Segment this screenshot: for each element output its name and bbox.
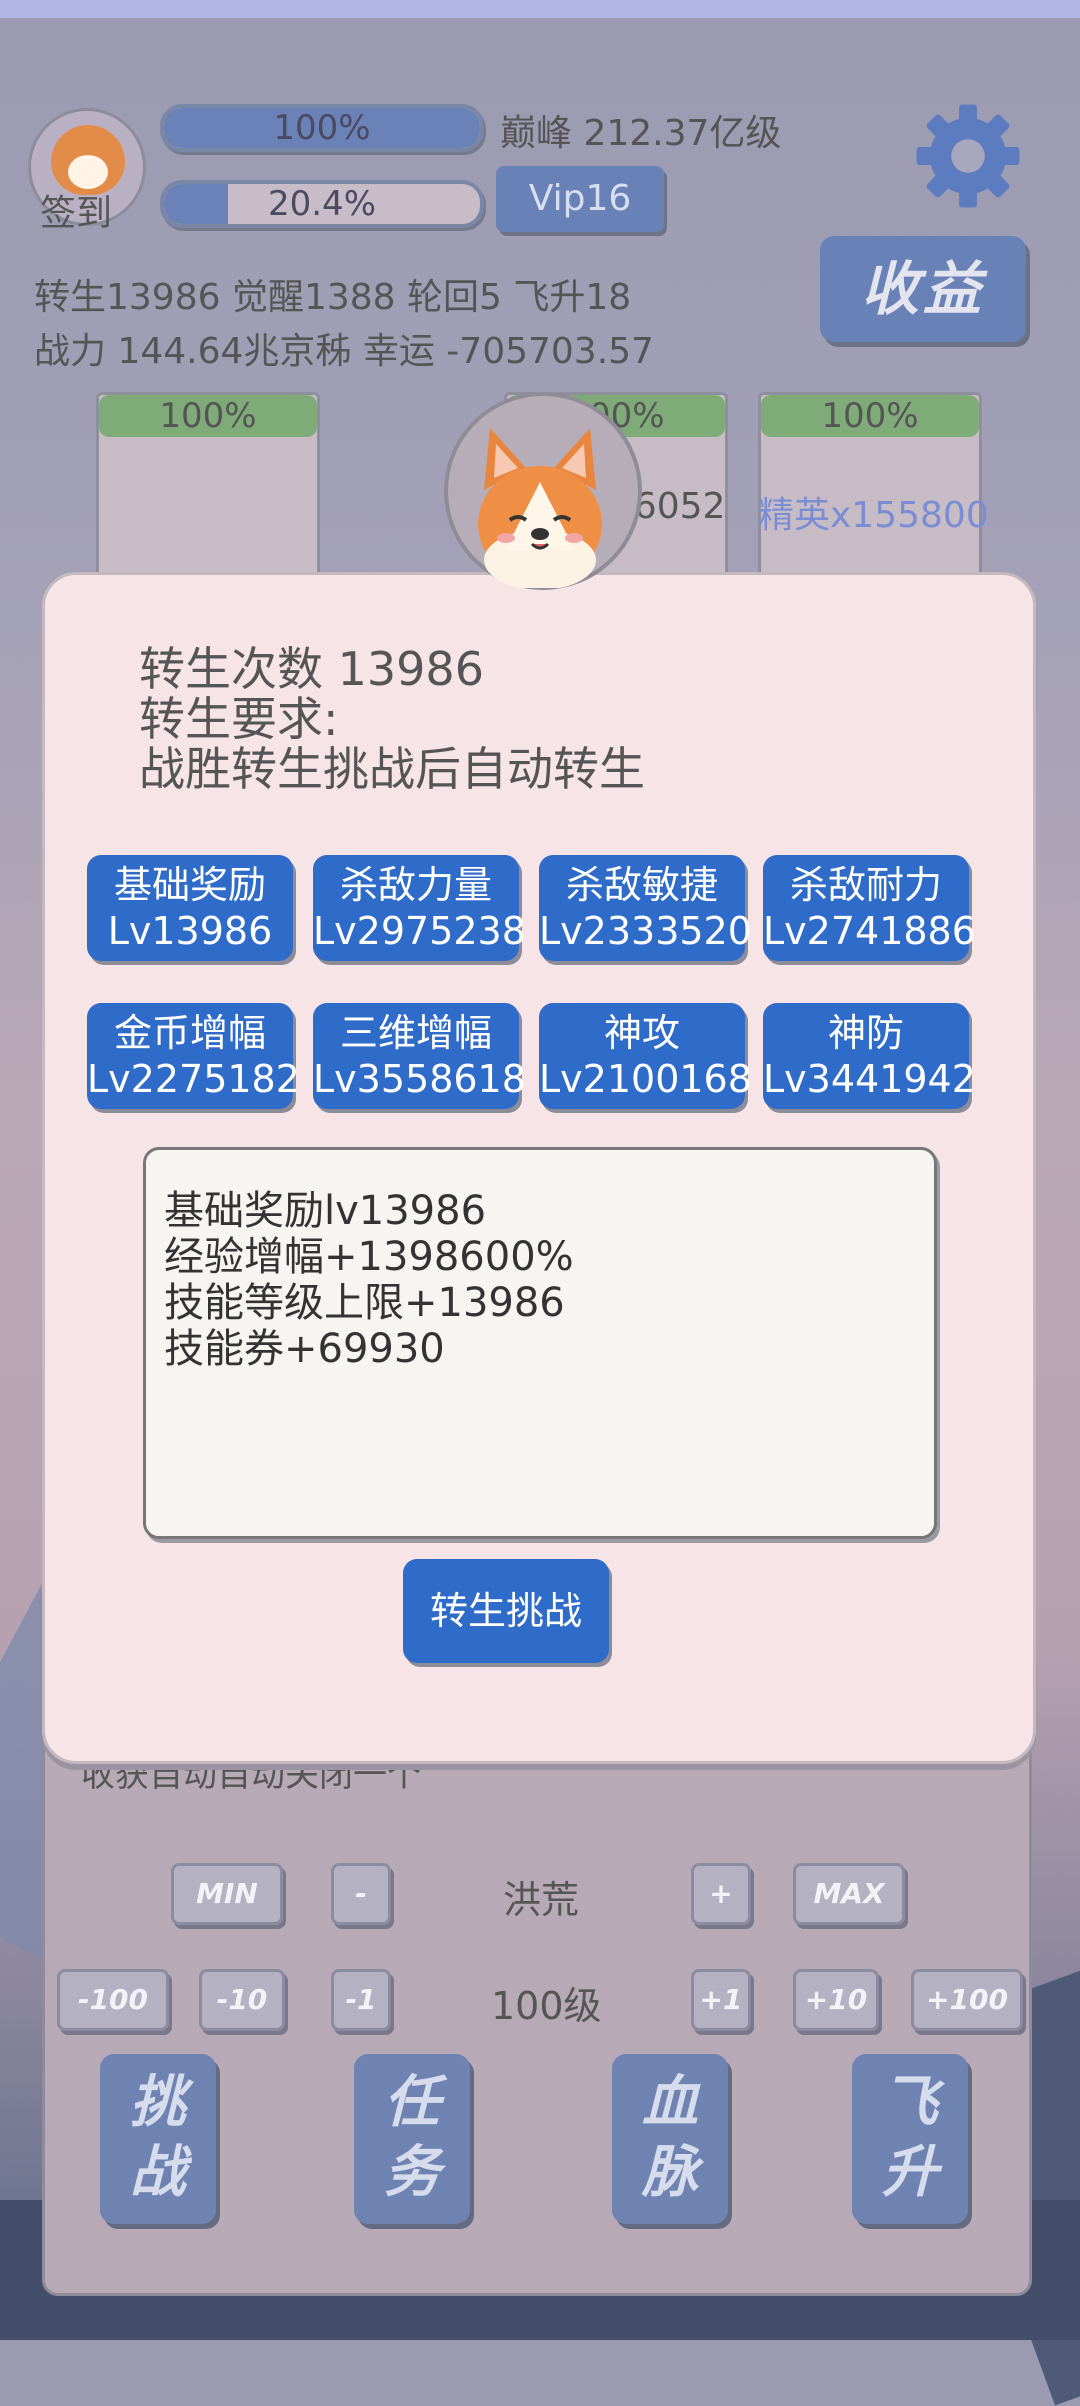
skill-basic-reward-button[interactable]: 基础奖励 Lv13986 [87, 855, 293, 961]
exp-progress-text: 100% [273, 108, 371, 148]
skill-level: Lv3441942 [763, 1057, 976, 1101]
rebirth-modal: 转生次数 13986 转生要求: 战胜转生挑战后自动转生 基础奖励 Lv1398… [42, 572, 1036, 1764]
card-hp-bar: 100% [99, 395, 317, 437]
top-status-strip [0, 0, 1080, 18]
ascend-nav-button[interactable]: 飞 升 [852, 2054, 968, 2224]
stats-line-1: 转生13986 觉醒1388 轮回5 飞升18 [34, 277, 632, 318]
nav-label-line2: 务 [384, 2140, 440, 2205]
rebirth-requirement-text: 战胜转生挑战后自动转生 [139, 742, 645, 796]
minus-button[interactable]: - [331, 1863, 391, 1925]
quest-nav-button[interactable]: 任 务 [354, 2054, 470, 2224]
max-button[interactable]: MAX [793, 1863, 905, 1925]
nav-label-line2: 脉 [642, 2140, 698, 2205]
skill-name: 杀敌力量 [339, 863, 492, 907]
skill-gold-boost-button[interactable]: 金币增幅 Lv2275182 [87, 1003, 300, 1109]
skill-name: 杀敌敏捷 [565, 863, 718, 907]
nav-label-line2: 升 [882, 2140, 938, 2205]
minus-100-button[interactable]: -100 [57, 1969, 169, 2031]
skill-level: Lv3558618 [313, 1057, 526, 1101]
zone-name: 洪荒 [503, 1878, 580, 1922]
skill-kill-strength-button[interactable]: 杀敌力量 Lv2975238 [313, 855, 526, 961]
detail-line: 技能券+69930 [164, 1326, 445, 1372]
card-hp-bar: 100% [761, 395, 979, 437]
plus-100-button[interactable]: +100 [911, 1969, 1023, 2031]
secondary-progress-text: 20.4% [267, 184, 376, 224]
skill-name: 三维增幅 [339, 1011, 492, 1055]
skill-name: 基础奖励 [113, 863, 266, 907]
stats-line-2: 战力 144.64兆京秭 幸运 -705703.57 [34, 331, 654, 372]
nav-label-line1: 血 [642, 2070, 698, 2135]
gear-icon[interactable] [912, 100, 1024, 212]
skill-detail-box: 基础奖励lv13986 经验增幅+1398600% 技能等级上限+13986 技… [143, 1147, 937, 1539]
nav-label-line1: 飞 [882, 2070, 938, 2135]
bloodline-nav-button[interactable]: 血 脉 [612, 2054, 728, 2224]
secondary-progress-bar: 20.4% [160, 180, 484, 228]
plus-button[interactable]: + [691, 1863, 751, 1925]
plus-10-button[interactable]: +10 [793, 1969, 879, 2031]
nav-label-line2: 战 [130, 2140, 186, 2205]
plus-1-button[interactable]: +1 [691, 1969, 751, 2031]
exp-progress-bar: 100% [160, 104, 484, 152]
skill-level: Lv2975238 [313, 909, 526, 953]
nav-label-line1: 任 [384, 2070, 440, 2135]
skill-kill-stamina-button[interactable]: 杀敌耐力 Lv2741886 [763, 855, 976, 961]
skill-divine-attack-button[interactable]: 神攻 Lv2100168 [539, 1003, 752, 1109]
challenge-nav-button[interactable]: 挑 战 [100, 2054, 216, 2224]
skill-kill-agility-button[interactable]: 杀敌敏捷 Lv2333520 [539, 855, 752, 961]
skill-name: 神防 [827, 1011, 904, 1055]
minus-1-button[interactable]: -1 [331, 1969, 391, 2031]
skill-level: Lv2100168 [539, 1057, 752, 1101]
skill-divine-defense-button[interactable]: 神防 Lv3441942 [763, 1003, 976, 1109]
minus-10-button[interactable]: -10 [199, 1969, 285, 2031]
income-button[interactable]: 收益 [820, 236, 1026, 342]
skill-level: Lv2333520 [539, 909, 752, 953]
level-text: 100级 [491, 1984, 602, 2028]
skill-stats-boost-button[interactable]: 三维增幅 Lv3558618 [313, 1003, 526, 1109]
nav-label-line1: 挑 [130, 2070, 186, 2135]
elite-count-text: 精英x155800 [758, 495, 989, 536]
skill-name: 杀敌耐力 [789, 863, 942, 907]
rebirth-challenge-button[interactable]: 转生挑战 [403, 1559, 609, 1663]
skill-name: 金币增幅 [113, 1011, 266, 1055]
skill-level: Lv13986 [107, 909, 273, 953]
vip-button[interactable]: Vip16 [496, 166, 664, 232]
corgi-mascot-icon [478, 428, 602, 588]
min-button[interactable]: MIN [171, 1863, 283, 1925]
skill-name: 神攻 [603, 1011, 680, 1055]
skill-level: Lv2275182 [87, 1057, 300, 1101]
peak-level-text: 巅峰 212.37亿级 [500, 113, 782, 154]
checkin-label[interactable]: 签到 [40, 184, 112, 236]
skill-level: Lv2741886 [763, 909, 976, 953]
